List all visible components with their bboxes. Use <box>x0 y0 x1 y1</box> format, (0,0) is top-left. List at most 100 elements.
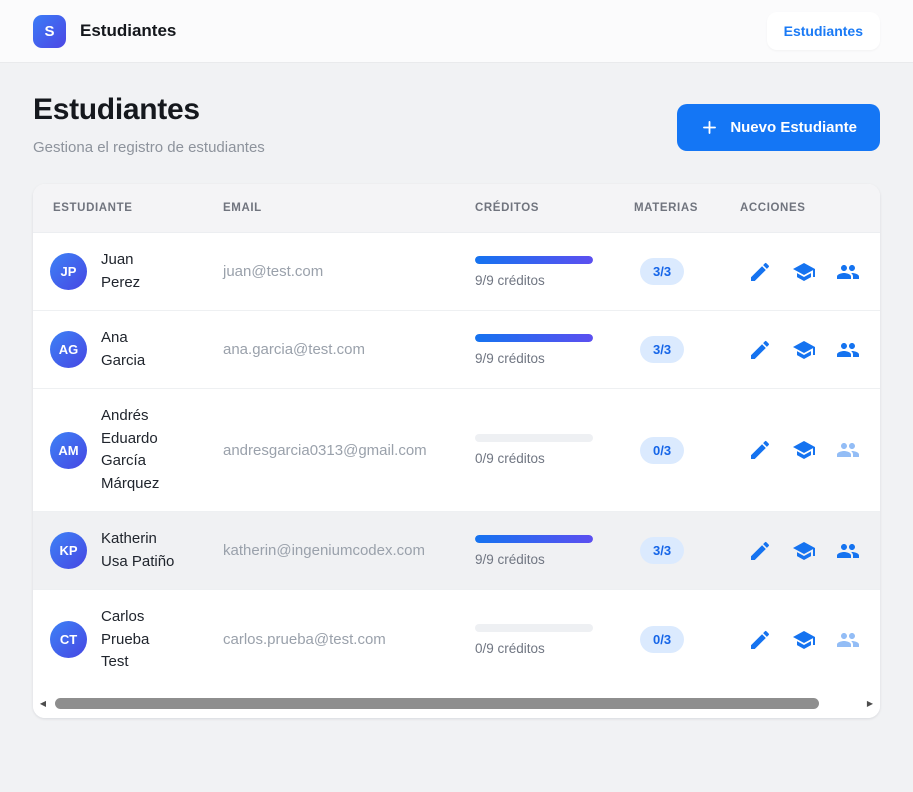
plus-icon <box>700 118 719 137</box>
avatar: AM <box>50 432 87 469</box>
credits-progress-track <box>475 334 593 342</box>
column-header-estudiante: ESTUDIANTE <box>33 202 203 214</box>
new-student-button[interactable]: Nuevo Estudiante <box>677 104 880 151</box>
credits-cell: 0/9 créditos <box>455 624 614 656</box>
student-name: Juan Perez <box>101 249 175 294</box>
credits-progress-track <box>475 434 593 442</box>
materias-badge: 3/3 <box>640 336 684 363</box>
column-header-email: EMAIL <box>203 202 455 214</box>
new-student-button-label: Nuevo Estudiante <box>730 119 857 136</box>
materias-cell: 0/3 <box>614 626 720 653</box>
student-cell: KP Katherin Usa Patiño <box>33 528 203 573</box>
student-cell: CT Carlos Prueba Test <box>33 606 203 674</box>
courses-graduation-cap-icon[interactable] <box>792 539 816 563</box>
student-row: AM Andrés Eduardo García Márquez andresg… <box>33 389 880 512</box>
groups-people-icon[interactable] <box>836 628 860 652</box>
table-viewport: ESTUDIANTE EMAIL CRÉDITOS MATERIAS ACCIO… <box>33 184 880 690</box>
groups-people-icon[interactable] <box>836 260 860 284</box>
materias-badge: 0/3 <box>640 626 684 653</box>
student-row: JP Juan Perez juan@test.com 9/9 créditos… <box>33 233 880 311</box>
topbar: S Estudiantes Estudiantes <box>0 0 913 63</box>
student-email: carlos.prueba@test.com <box>203 631 455 648</box>
avatar-initials: AM <box>58 443 78 458</box>
credits-progress-fill <box>475 256 593 264</box>
courses-graduation-cap-icon[interactable] <box>792 628 816 652</box>
credits-progress-fill <box>475 535 593 543</box>
student-cell: JP Juan Perez <box>33 249 203 294</box>
actions-cell <box>720 250 880 294</box>
student-email: juan@test.com <box>203 263 455 280</box>
credits-cell: 9/9 créditos <box>455 535 614 567</box>
student-email: katherin@ingeniumcodex.com <box>203 542 455 559</box>
students-table-card: ESTUDIANTE EMAIL CRÉDITOS MATERIAS ACCIO… <box>33 184 880 718</box>
nav-estudiantes-button[interactable]: Estudiantes <box>767 12 880 50</box>
materias-cell: 3/3 <box>614 336 720 363</box>
credits-label: 9/9 créditos <box>475 552 614 567</box>
student-name: Carlos Prueba Test <box>101 606 175 674</box>
credits-progress-track <box>475 256 593 264</box>
scroll-right-arrow-icon[interactable]: ▶ <box>865 700 875 708</box>
credits-progress-track <box>475 624 593 632</box>
credits-cell: 9/9 créditos <box>455 256 614 288</box>
student-name: Ana Garcia <box>101 327 175 372</box>
credits-label: 9/9 créditos <box>475 351 614 366</box>
table-header-row: ESTUDIANTE EMAIL CRÉDITOS MATERIAS ACCIO… <box>33 184 880 233</box>
app-logo-letter: S <box>44 23 54 40</box>
credits-progress-track <box>475 535 593 543</box>
app-logo: S <box>33 15 66 48</box>
actions-cell <box>720 529 880 573</box>
groups-people-icon[interactable] <box>836 539 860 563</box>
materias-cell: 0/3 <box>614 437 720 464</box>
student-name: Katherin Usa Patiño <box>101 528 175 573</box>
table-body: JP Juan Perez juan@test.com 9/9 créditos… <box>33 233 880 690</box>
student-name: Andrés Eduardo García Márquez <box>101 405 175 495</box>
edit-pencil-icon[interactable] <box>748 338 772 362</box>
edit-pencil-icon[interactable] <box>748 438 772 462</box>
actions-cell <box>720 428 880 472</box>
main-content: Estudiantes Gestiona el registro de estu… <box>0 63 913 718</box>
scrollbar-track[interactable] <box>50 698 863 709</box>
credits-label: 9/9 créditos <box>475 273 614 288</box>
student-row: AG Ana Garcia ana.garcia@test.com 9/9 cr… <box>33 311 880 389</box>
edit-pencil-icon[interactable] <box>748 260 772 284</box>
materias-badge: 0/3 <box>640 437 684 464</box>
horizontal-scrollbar[interactable]: ◀ ▶ <box>33 690 880 718</box>
credits-progress-fill <box>475 334 593 342</box>
scroll-left-arrow-icon[interactable]: ◀ <box>38 700 48 708</box>
avatar-initials: KP <box>59 543 77 558</box>
materias-badge: 3/3 <box>640 537 684 564</box>
student-email: ana.garcia@test.com <box>203 341 455 358</box>
avatar: KP <box>50 532 87 569</box>
groups-people-icon[interactable] <box>836 338 860 362</box>
avatar: AG <box>50 331 87 368</box>
avatar-initials: JP <box>61 264 77 279</box>
edit-pencil-icon[interactable] <box>748 628 772 652</box>
credits-label: 0/9 créditos <box>475 641 614 656</box>
materias-badge: 3/3 <box>640 258 684 285</box>
students-table: ESTUDIANTE EMAIL CRÉDITOS MATERIAS ACCIO… <box>33 184 880 690</box>
student-row: CT Carlos Prueba Test carlos.prueba@test… <box>33 590 880 690</box>
page-head-text: Estudiantes Gestiona el registro de estu… <box>33 93 265 156</box>
student-email: andresgarcia0313@gmail.com <box>203 442 455 459</box>
credits-label: 0/9 créditos <box>475 451 614 466</box>
avatar: JP <box>50 253 87 290</box>
courses-graduation-cap-icon[interactable] <box>792 338 816 362</box>
topbar-brand: S Estudiantes <box>33 15 176 48</box>
student-cell: AM Andrés Eduardo García Márquez <box>33 405 203 495</box>
scrollbar-thumb[interactable] <box>55 698 819 709</box>
groups-people-icon[interactable] <box>836 438 860 462</box>
edit-pencil-icon[interactable] <box>748 539 772 563</box>
avatar: CT <box>50 621 87 658</box>
courses-graduation-cap-icon[interactable] <box>792 260 816 284</box>
actions-cell <box>720 618 880 662</box>
page-title: Estudiantes <box>33 93 265 127</box>
page-subtitle: Gestiona el registro de estudiantes <box>33 139 265 156</box>
actions-cell <box>720 328 880 372</box>
courses-graduation-cap-icon[interactable] <box>792 438 816 462</box>
materias-cell: 3/3 <box>614 258 720 285</box>
credits-cell: 0/9 créditos <box>455 434 614 466</box>
student-row: KP Katherin Usa Patiño katherin@ingenium… <box>33 512 880 590</box>
avatar-initials: AG <box>59 342 79 357</box>
column-header-creditos: CRÉDITOS <box>455 202 614 214</box>
column-header-acciones: ACCIONES <box>720 202 880 214</box>
